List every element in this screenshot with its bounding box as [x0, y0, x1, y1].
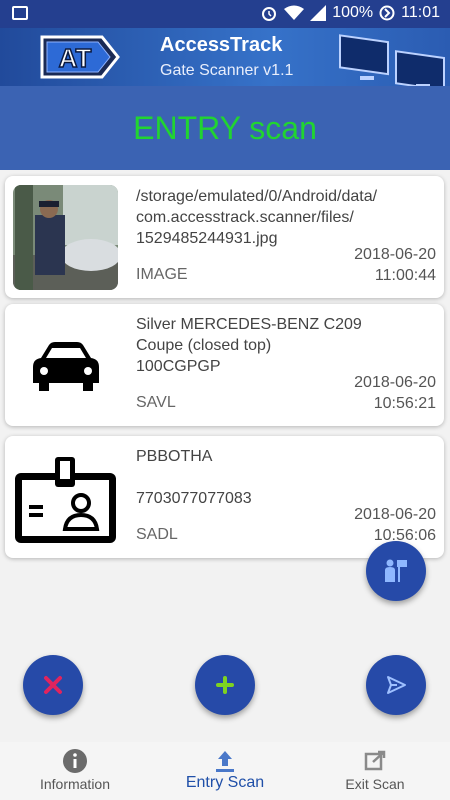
nav-item-information[interactable]: Information	[0, 742, 150, 800]
close-icon	[44, 676, 62, 694]
visitor-button[interactable]	[366, 541, 426, 601]
exit-icon	[364, 750, 386, 771]
plus-icon	[216, 676, 234, 694]
nav-item-entry-scan[interactable]: Entry Scan	[150, 742, 300, 800]
bottom-navigation: Information Entry Scan Exit Scan	[0, 742, 450, 800]
nav-label: Exit Scan	[345, 776, 405, 792]
scan-list-item-image[interactable]: /storage/emulated/0/Android/data/ com.ac…	[5, 176, 444, 298]
app-header: AT AccessTrack Gate Scanner v1.1	[0, 28, 450, 86]
send-button[interactable]	[366, 655, 426, 715]
monitors-graphic	[339, 34, 445, 86]
id-badge-icon	[15, 457, 116, 543]
car-icon	[33, 342, 99, 391]
app-subtitle: Gate Scanner v1.1	[160, 62, 294, 79]
app-title: AccessTrack	[160, 34, 283, 56]
item-time: 11:00:44	[374, 267, 436, 284]
wifi-icon	[284, 5, 305, 20]
add-button[interactable]	[195, 655, 255, 715]
item-date: 2018-06-20	[354, 246, 436, 263]
item-type: SAVL	[136, 394, 176, 411]
photo-thumbnail	[13, 185, 118, 290]
visitor-icon	[385, 559, 407, 582]
gallery-notification-icon	[12, 6, 28, 20]
item-timestamp: 2018-06-20 10:56:06	[354, 504, 436, 546]
nav-label: Information	[39, 776, 111, 792]
item-title: Silver MERCEDES-BENZ C209 Coupe (closed …	[136, 316, 362, 375]
item-timestamp: 2018-06-20 10:56:21	[354, 372, 436, 414]
data-saver-icon	[379, 5, 395, 21]
battery-text: 100%	[332, 4, 374, 21]
info-icon	[63, 749, 87, 773]
nav-item-exit-scan[interactable]: Exit Scan	[300, 742, 450, 800]
clock-text: 11:01	[401, 4, 440, 21]
item-type: SADL	[136, 526, 178, 543]
scan-list-item-license[interactable]: PBBOTHA 7703077077083 SADL 2018-06-20 10:…	[5, 436, 444, 558]
item-type: IMAGE	[136, 266, 188, 283]
item-date: 2018-06-20	[354, 374, 436, 391]
logo-text: AT	[59, 43, 92, 73]
item-title: /storage/emulated/0/Android/data/ com.ac…	[136, 188, 378, 247]
scan-list-item-vehicle[interactable]: Silver MERCEDES-BENZ C209 Coupe (closed …	[5, 304, 444, 426]
scan-mode-text: ENTRY scan	[133, 110, 317, 146]
status-bar: 100% 11:01	[0, 0, 450, 28]
upload-icon	[216, 751, 234, 772]
send-icon	[387, 676, 406, 694]
nav-label: Entry Scan	[185, 774, 265, 791]
item-time: 10:56:21	[373, 395, 436, 412]
item-timestamp: 2018-06-20 11:00:44	[354, 244, 436, 286]
cancel-button[interactable]	[23, 655, 83, 715]
status-right: 100% 11:01	[260, 4, 440, 22]
item-date: 2018-06-20	[354, 506, 436, 523]
alarm-icon	[262, 7, 277, 21]
accesstrack-logo: AT	[40, 35, 120, 79]
item-title: PBBOTHA 7703077077083	[136, 448, 252, 507]
signal-icon	[310, 5, 327, 21]
scan-mode-banner: ENTRY scan	[0, 86, 450, 170]
